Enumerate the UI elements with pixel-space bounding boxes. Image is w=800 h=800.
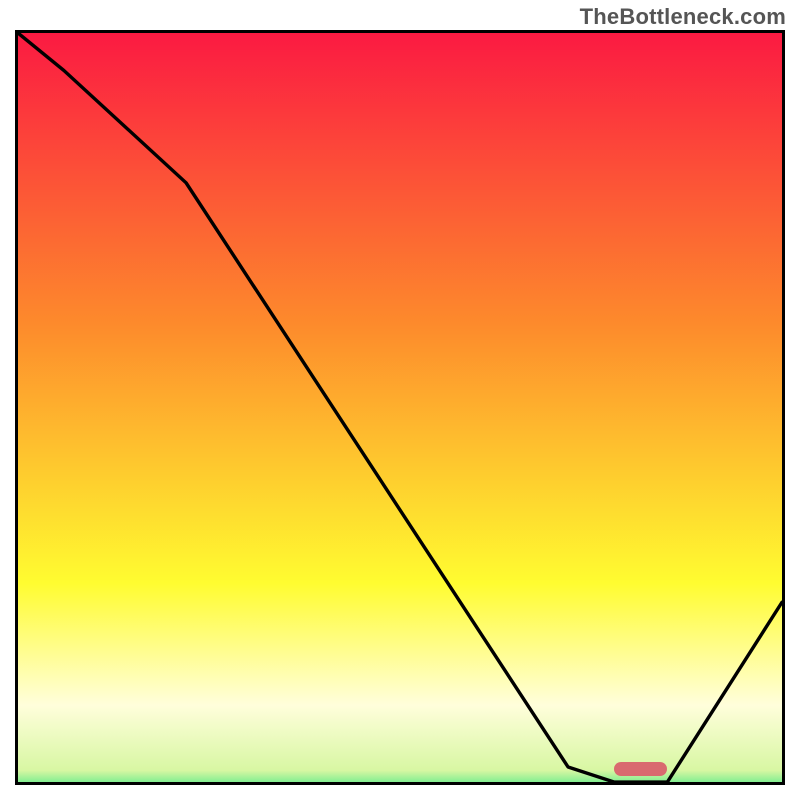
optimal-range-marker bbox=[614, 762, 667, 776]
chart-container: TheBottleneck.com bbox=[0, 0, 800, 800]
plot-area bbox=[15, 30, 785, 785]
watermark-text: TheBottleneck.com bbox=[580, 4, 786, 30]
bottleneck-curve bbox=[18, 33, 782, 782]
